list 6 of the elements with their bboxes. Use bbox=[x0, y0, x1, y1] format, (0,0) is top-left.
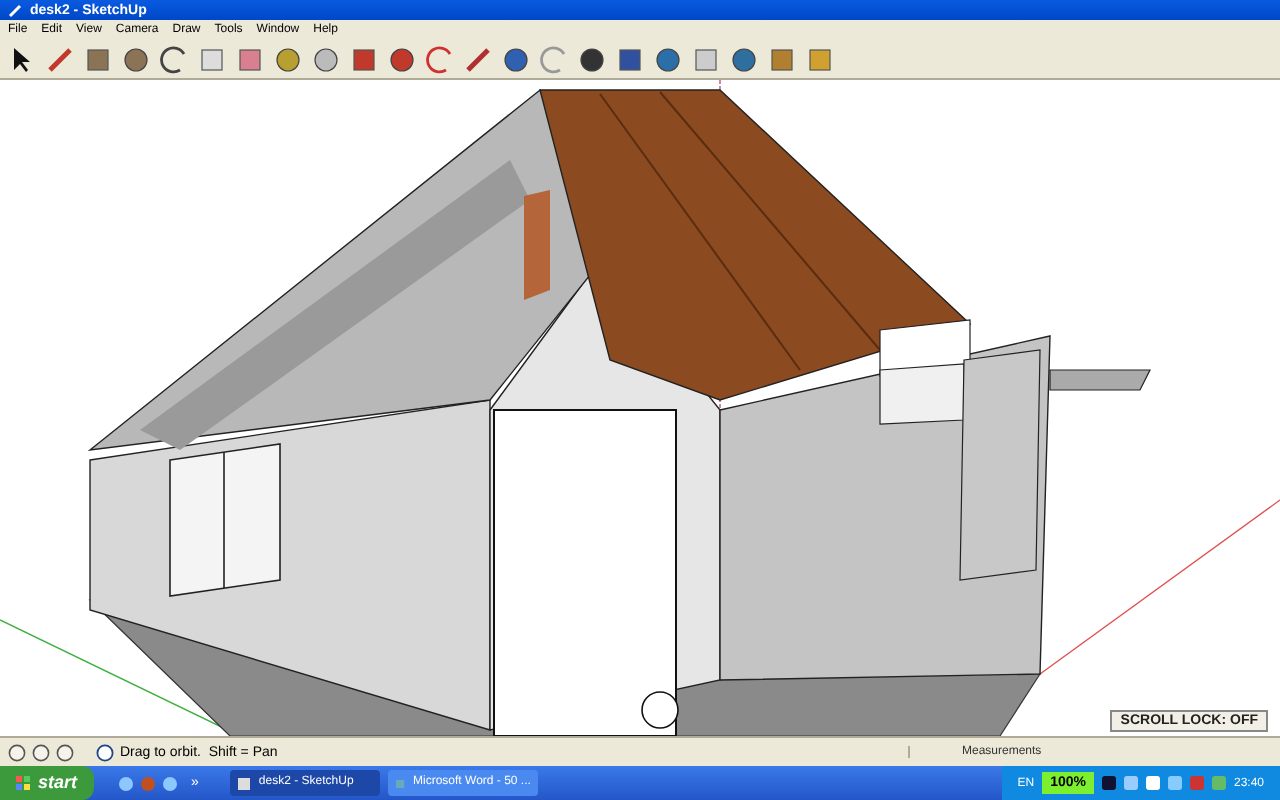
arc-icon[interactable] bbox=[160, 45, 188, 73]
rectangle-icon[interactable] bbox=[84, 45, 112, 73]
windows-logo-icon bbox=[16, 776, 30, 790]
start-button[interactable]: start bbox=[0, 766, 94, 800]
circle-icon[interactable] bbox=[56, 743, 74, 761]
circle-icon[interactable] bbox=[122, 45, 150, 73]
